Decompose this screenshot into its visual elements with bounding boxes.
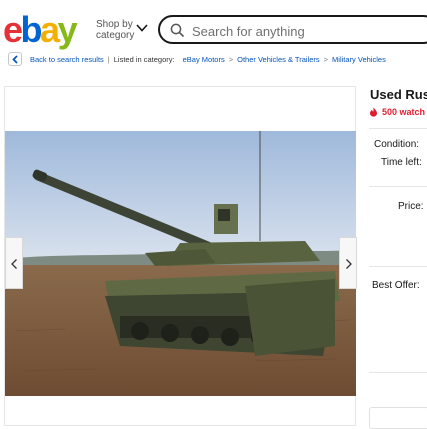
- logo-letter-b: b: [20, 9, 43, 50]
- search-icon: [170, 23, 185, 38]
- back-button[interactable]: [8, 52, 22, 66]
- back-to-search-link[interactable]: Back to search results: [30, 55, 104, 64]
- breadcrumb-other-vehicles[interactable]: Other Vehicles & Trailers: [237, 55, 320, 64]
- price-label: Price:: [398, 201, 424, 212]
- ebay-logo[interactable]: e b a y: [3, 9, 78, 50]
- chevron-left-icon: [11, 259, 17, 269]
- shop-by-label: Shop by: [96, 19, 133, 30]
- divider: [369, 128, 427, 129]
- divider: [369, 372, 427, 373]
- listed-in-label: Listed in category:: [113, 55, 175, 64]
- breadcrumb-ebay-motors[interactable]: eBay Motors: [183, 55, 225, 64]
- chevron-left-icon: [12, 55, 18, 64]
- watchers-count: 500 watch: [382, 107, 426, 117]
- chevron-down-icon[interactable]: [136, 23, 148, 33]
- listing-photo[interactable]: [5, 131, 356, 396]
- listing-title: Used Rus: [370, 87, 427, 102]
- logo-letter-y: y: [57, 9, 78, 50]
- shop-by-category-button[interactable]: Shop by category: [96, 19, 134, 41]
- breadcrumb-military-vehicles[interactable]: Military Vehicles: [332, 55, 386, 64]
- breadcrumb: Back to search results | Listed in categ…: [30, 55, 386, 64]
- divider: [369, 186, 427, 187]
- watchers-badge: 500 watch: [369, 107, 425, 117]
- chevron-right-icon: [346, 259, 352, 269]
- search-bar[interactable]: [158, 15, 427, 44]
- logo-letter-a: a: [40, 9, 60, 50]
- category-label: category: [96, 30, 135, 41]
- next-image-button[interactable]: [339, 237, 357, 289]
- breadcrumb-chevron: >: [228, 55, 234, 64]
- flame-icon: [370, 107, 377, 117]
- logo-letter-e: e: [3, 9, 23, 50]
- action-button[interactable]: [369, 407, 427, 429]
- breadcrumb-divider: |: [107, 55, 110, 64]
- search-input[interactable]: [190, 20, 424, 42]
- previous-image-button[interactable]: [5, 237, 23, 289]
- condition-label: Condition:: [374, 139, 420, 150]
- time-left-label: Time left:: [381, 157, 422, 168]
- best-offer-label: Best Offer:: [372, 280, 420, 291]
- divider: [369, 266, 427, 267]
- breadcrumb-chevron: >: [323, 55, 329, 64]
